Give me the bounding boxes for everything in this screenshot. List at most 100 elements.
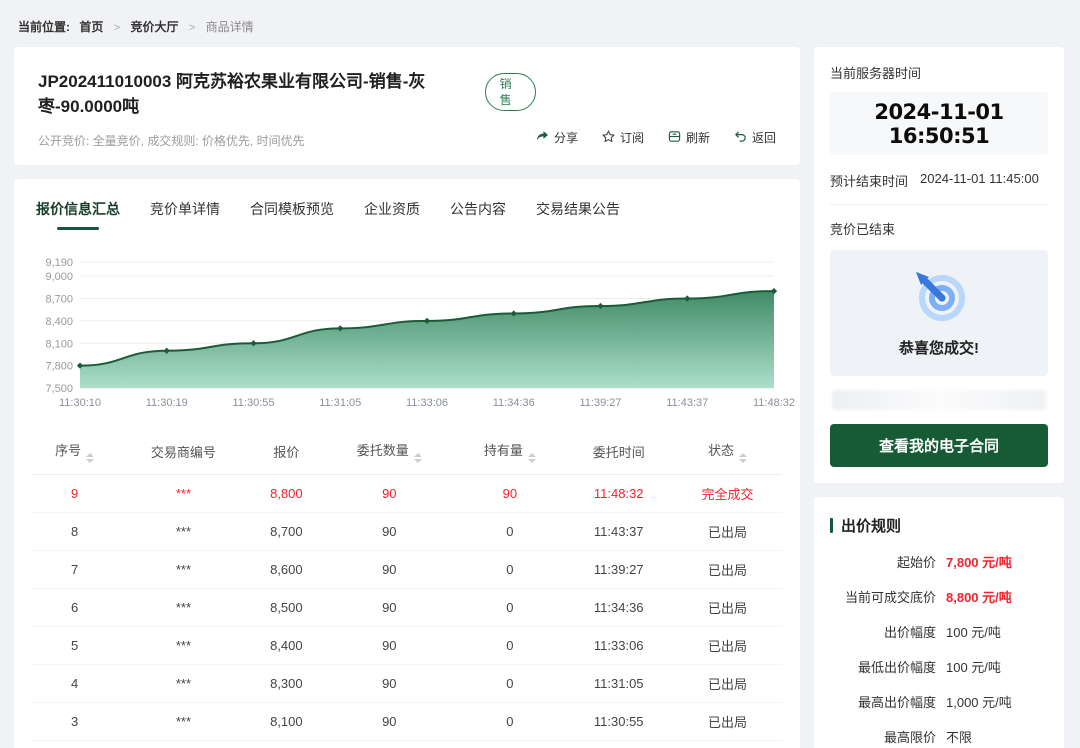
auction-ended-label: 竞价已结束 (830, 219, 1048, 238)
table-row: 6***8,50090011:34:36已出局 (32, 589, 782, 627)
svg-text:8,400: 8,400 (45, 316, 73, 328)
svg-text:7,800: 7,800 (45, 361, 73, 373)
rule-label: 最高出价幅度 (830, 692, 936, 711)
action-label: 分享 (554, 129, 578, 146)
action-label: 返回 (752, 129, 776, 146)
tab-0[interactable]: 报价信息汇总 (36, 199, 120, 230)
sale-type-badge: 销售 (485, 73, 536, 111)
svg-text:11:34:36: 11:34:36 (493, 397, 535, 409)
end-time-value: 2024-11-01 11:45:00 (920, 171, 1039, 190)
table-cell: *** (117, 703, 249, 741)
table-cell: 11:39:27 (564, 551, 673, 589)
tab-bar: 报价信息汇总竞价单详情合同模板预览企业资质公告内容交易结果公告 (32, 195, 782, 230)
action-share[interactable]: 分享 (536, 129, 578, 146)
action-star[interactable]: 订阅 (602, 129, 644, 146)
table-cell: 8,600 (250, 551, 324, 589)
table-cell: 5 (32, 627, 117, 665)
table-cell: *** (117, 589, 249, 627)
column-header-6[interactable]: 状态 (673, 429, 782, 475)
table-cell: 已出局 (673, 627, 782, 665)
title-row: JP202411010003 阿克苏裕农果业有限公司-销售-灰枣-90.0000… (38, 67, 536, 117)
table-cell: 已出局 (673, 551, 782, 589)
tab-2[interactable]: 合同模板预览 (250, 199, 334, 230)
column-header-2: 报价 (250, 429, 324, 475)
deal-result-box: 恭喜您成交! (830, 250, 1048, 376)
breadcrumb-home-link[interactable]: 首页 (79, 20, 103, 34)
share-icon (536, 130, 549, 146)
rule-label: 出价幅度 (830, 622, 936, 641)
sort-icon[interactable] (739, 453, 747, 463)
table-cell: 已出局 (673, 703, 782, 741)
column-header-5: 委托时间 (564, 429, 673, 475)
column-header-3[interactable]: 委托数量 (323, 429, 455, 475)
svg-text:8,700: 8,700 (45, 294, 73, 306)
listing-header-card: JP202411010003 阿克苏裕农果业有限公司-销售-灰枣-90.0000… (14, 47, 800, 165)
svg-text:11:48:32: 11:48:32 (753, 397, 795, 409)
table-cell: *** (117, 665, 249, 703)
table-cell: 8,300 (250, 665, 324, 703)
sort-icon[interactable] (414, 453, 422, 463)
table-cell: 90 (323, 665, 455, 703)
column-header-0[interactable]: 序号 (32, 429, 117, 475)
action-label: 刷新 (686, 129, 710, 146)
table-cell: 11:30:19 (564, 741, 673, 748)
table-row: 8***8,70090011:43:37已出局 (32, 513, 782, 551)
action-back[interactable]: 返回 (734, 129, 776, 146)
svg-text:11:33:06: 11:33:06 (406, 397, 448, 409)
breadcrumb: 当前位置: 首页 > 竞价大厅 > 商品详情 (18, 18, 1062, 35)
table-cell: 0 (456, 551, 565, 589)
breadcrumb-separator: > (189, 22, 195, 34)
end-time-row: 预计结束时间 2024-11-01 11:45:00 (830, 171, 1048, 205)
table-cell: 8,100 (250, 703, 324, 741)
svg-text:11:43:37: 11:43:37 (666, 397, 708, 409)
tab-1[interactable]: 竞价单详情 (150, 199, 220, 230)
table-cell: 90 (323, 513, 455, 551)
tab-5[interactable]: 交易结果公告 (536, 199, 620, 230)
table-cell: 3 (32, 703, 117, 741)
bid-rules-list: 起始价7,800 元/吨当前可成交底价8,800 元/吨出价幅度100 元/吨最… (830, 552, 1048, 746)
table-cell: 0 (456, 741, 565, 748)
rule-row-5: 最高限价不限 (830, 727, 1048, 746)
view-contract-button[interactable]: 查看我的电子合同 (830, 424, 1048, 467)
table-cell: 9 (32, 475, 117, 513)
table-cell: 11:31:05 (564, 665, 673, 703)
rule-row-4: 最高出价幅度1,000 元/吨 (830, 692, 1048, 711)
breadcrumb-prefix: 当前位置: (18, 20, 70, 34)
table-cell: 0 (456, 513, 565, 551)
table-cell: 90 (456, 475, 565, 513)
table-row: 5***8,40090011:33:06已出局 (32, 627, 782, 665)
rule-row-1: 当前可成交底价8,800 元/吨 (830, 587, 1048, 606)
auction-rules-subtitle: 公开竞价: 全量竞价, 成交规则: 价格优先, 时间优先 (38, 132, 536, 149)
table-cell: 90 (323, 703, 455, 741)
column-header-4[interactable]: 持有量 (456, 429, 565, 475)
breadcrumb-hall-link[interactable]: 竞价大厅 (130, 20, 178, 34)
area-chart-svg: 7,5007,8008,1008,4008,7009,0009,19011:30… (32, 254, 782, 414)
tab-3[interactable]: 企业资质 (364, 199, 420, 230)
svg-text:11:30:55: 11:30:55 (232, 397, 274, 409)
sort-icon[interactable] (86, 453, 94, 463)
table-cell: 0 (456, 589, 565, 627)
table-cell: 7 (32, 551, 117, 589)
table-cell: 11:43:37 (564, 513, 673, 551)
svg-text:11:30:10: 11:30:10 (59, 397, 101, 409)
bid-table-body: 9***8,800909011:48:32完全成交8***8,70090011:… (32, 475, 782, 748)
bid-rules-title: 出价规则 (841, 515, 901, 536)
table-cell: 11:34:36 (564, 589, 673, 627)
left-column: JP202411010003 阿克苏裕农果业有限公司-销售-灰枣-90.0000… (14, 47, 800, 748)
table-cell: 2 (32, 741, 117, 748)
action-refresh[interactable]: 刷新 (668, 129, 710, 146)
server-time-label: 当前服务器时间 (830, 63, 1048, 82)
table-cell: 0 (456, 627, 565, 665)
header-actions: 分享 订阅 刷新 返回 (536, 67, 776, 149)
bid-table-head: 序号交易商编号报价委托数量持有量委托时间状态 (32, 429, 782, 475)
table-cell: 90 (323, 551, 455, 589)
table-cell: *** (117, 551, 249, 589)
breadcrumb-separator: > (114, 22, 120, 34)
back-icon (734, 130, 747, 146)
rule-value: 100 元/吨 (946, 622, 1001, 641)
action-label: 订阅 (620, 129, 644, 146)
table-cell: 90 (323, 475, 455, 513)
tab-4[interactable]: 公告内容 (450, 199, 506, 230)
sort-icon[interactable] (528, 453, 536, 463)
end-time-label: 预计结束时间 (830, 171, 908, 190)
